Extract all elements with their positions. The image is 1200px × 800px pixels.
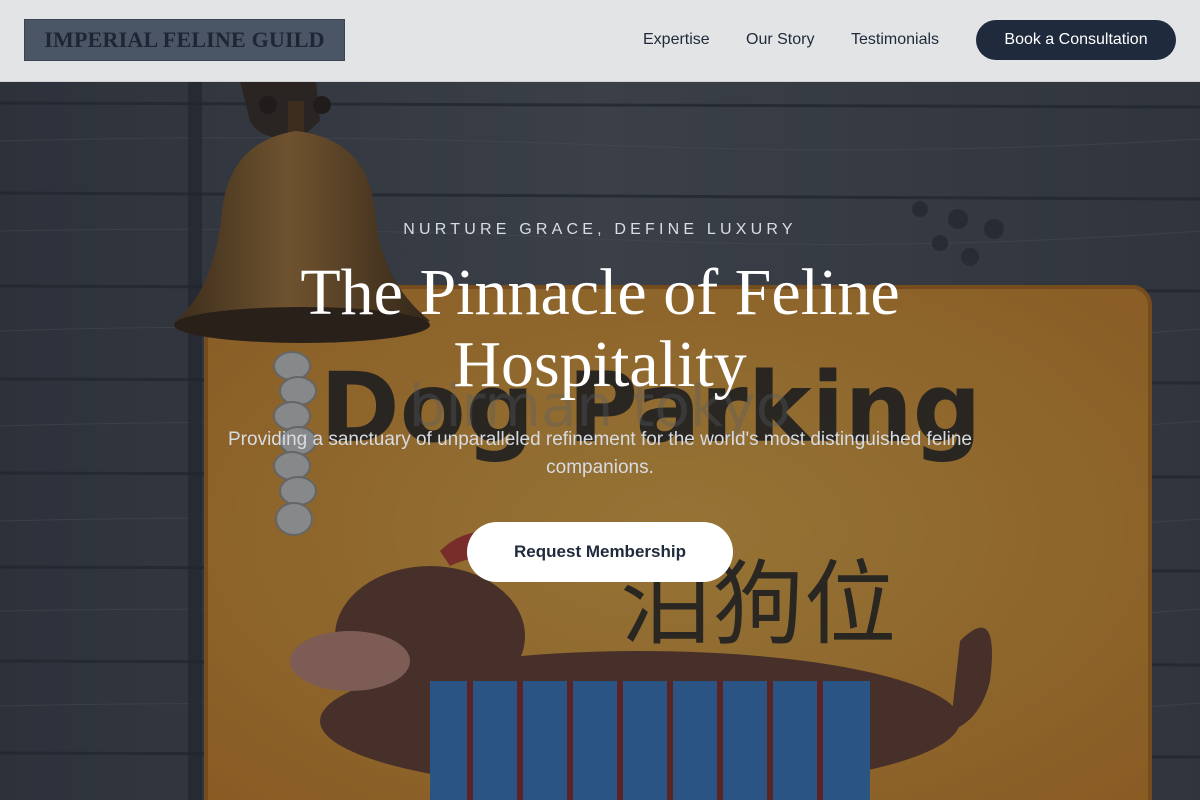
logo-text: IMPERIAL FELINE GUILD — [44, 27, 325, 52]
nav-link-our-story[interactable]: Our Story — [746, 30, 814, 50]
landing-page: IMPERIAL FELINE GUILD Expertise Our Stor… — [0, 0, 1200, 800]
site-logo[interactable]: IMPERIAL FELINE GUILD — [24, 19, 345, 61]
request-membership-button[interactable]: Request Membership — [467, 522, 733, 582]
site-header: IMPERIAL FELINE GUILD Expertise Our Stor… — [0, 0, 1200, 82]
hero-content: NURTURE GRACE, DEFINE LUXURY The Pinnacl… — [0, 81, 1200, 800]
hero-section: Dog Parking 泊狗位 birman tokyo NURTURE GRA… — [0, 81, 1200, 800]
nav-link-testimonials[interactable]: Testimonials — [851, 30, 939, 50]
hero-subtitle: Providing a sanctuary of unparalleled re… — [228, 429, 972, 478]
hero-eyebrow: NURTURE GRACE, DEFINE LUXURY — [403, 221, 797, 238]
nav-link-expertise[interactable]: Expertise — [643, 30, 710, 50]
book-consultation-button[interactable]: Book a Consultation — [976, 20, 1176, 60]
hero-headline: The Pinnacle of Feline Hospitality — [300, 256, 900, 401]
